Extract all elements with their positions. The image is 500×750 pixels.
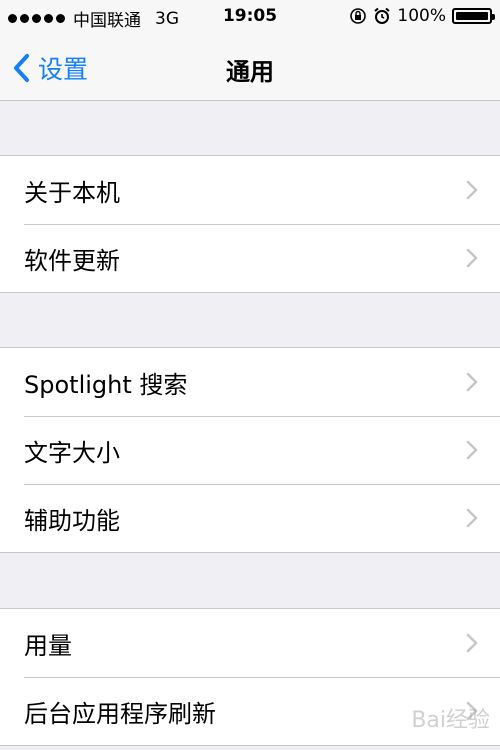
watermark-logo: Bai经验 (411, 708, 490, 733)
navigation-bar: 设置 通用 (0, 34, 500, 101)
status-bar: 中国联通 3G 19:05 100% (0, 0, 500, 34)
battery-fill (456, 12, 488, 20)
chevron-right-icon (466, 633, 478, 653)
page-title: 通用 (226, 58, 274, 86)
list-item-label: 后台应用程序刷新 (24, 699, 216, 728)
chevron-right-icon (466, 248, 478, 268)
list-item-spotlight-search[interactable]: Spotlight 搜索 (0, 348, 500, 416)
list-item-label: 辅助功能 (24, 506, 120, 535)
chevron-right-icon (466, 180, 478, 200)
list-item-about[interactable]: 关于本机 (0, 156, 500, 224)
list-item-label: 用量 (24, 631, 72, 660)
chevron-right-icon (466, 372, 478, 392)
rotation-lock-icon (350, 8, 367, 24)
alarm-icon (374, 7, 391, 24)
list-item-label: 关于本机 (24, 178, 120, 207)
chevron-right-icon (466, 440, 478, 460)
status-right: 100% (349, 6, 495, 26)
settings-group-2: Spotlight 搜索 文字大小 辅助功能 (0, 347, 500, 553)
battery-percent: 100% (397, 6, 446, 26)
list-item-software-update[interactable]: 软件更新 (0, 224, 500, 292)
list-item-accessibility[interactable]: 辅助功能 (0, 484, 500, 552)
list-item-usage[interactable]: 用量 (0, 609, 500, 677)
battery-icon (452, 8, 495, 24)
chevron-right-icon (466, 508, 478, 528)
settings-group-1: 关于本机 软件更新 (0, 155, 500, 293)
list-item-label: 文字大小 (24, 438, 120, 467)
list-item-label: Spotlight 搜索 (24, 370, 188, 399)
list-item-label: 软件更新 (24, 246, 120, 275)
list-item-text-size[interactable]: 文字大小 (0, 416, 500, 484)
